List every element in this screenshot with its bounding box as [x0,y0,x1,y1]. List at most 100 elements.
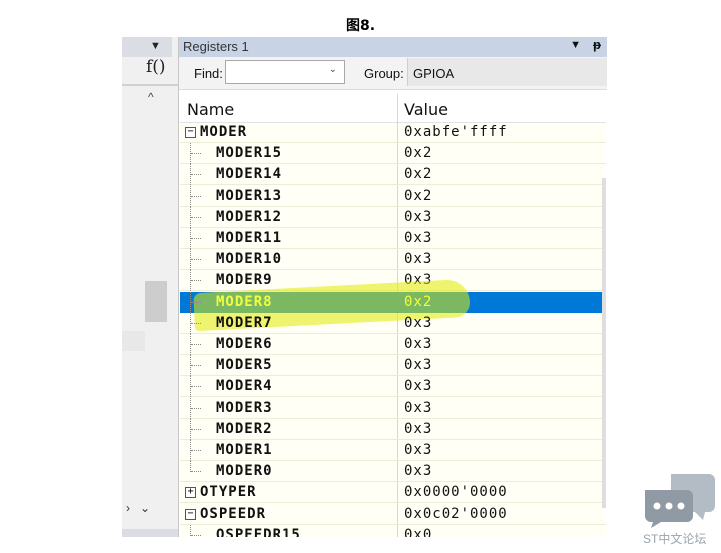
grid-header: Name Value [180,94,606,123]
table-row[interactable]: OSPEEDR15 0x0 [180,524,606,537]
grid-scrollbar[interactable] [602,178,606,508]
table-row[interactable]: MODER0 0x3 [180,461,606,483]
register-name: MODER3 [216,399,273,416]
table-row[interactable]: MODER14 0x2 [180,164,606,186]
register-name: MODER2 [216,420,273,437]
table-row[interactable]: MODER4 0x3 [180,376,606,398]
collapse-icon[interactable]: − [185,508,196,520]
tree-line [190,270,201,292]
group-value: GPIOA [413,66,455,81]
left-panel-marker [122,331,145,351]
watermark-text: ST中文论坛 [643,532,707,546]
tree-line [190,418,201,440]
tree-line [190,164,201,186]
tree-line [190,334,201,355]
table-row[interactable]: MODER5 0x3 [180,355,606,377]
register-value[interactable]: 0xabfe'ffff [404,124,508,140]
register-name: MODER0 [216,463,273,480]
register-value[interactable]: 0x3 [404,421,432,437]
register-value[interactable]: 0x0000'0000 [404,484,508,500]
register-name: MODER10 [216,251,283,268]
column-header-value[interactable]: Value [404,100,448,119]
tree-line [190,228,201,249]
chat-bubbles-icon [645,474,715,528]
register-name: MODER11 [216,230,283,246]
table-row[interactable]: MODER12 0x3 [180,206,606,228]
registers-window: Registers 1 ▼ ᵽ Find: ⌄ Group: GPIOA Nam… [178,37,607,537]
table-row[interactable]: MODER6 0x3 [180,334,606,355]
register-name: MODER13 [216,187,283,204]
register-value[interactable]: 0x2 [404,166,432,182]
table-row[interactable]: MODER1 0x3 [180,440,606,461]
tree-line [190,291,201,313]
expand-icon[interactable]: + [185,487,196,499]
function-icon[interactable]: f() [146,57,166,77]
left-scroll-thumb[interactable] [145,281,167,322]
chevron-down-icon[interactable]: ▼ [150,40,161,52]
table-row[interactable]: MODER11 0x3 [180,228,606,249]
register-name: MODER5 [216,357,273,374]
register-value[interactable]: 0x0 [404,527,432,537]
register-value[interactable]: 0x3 [404,463,432,479]
tree-line [190,524,201,537]
register-name: MODER4 [216,378,273,395]
table-row[interactable]: MODER2 0x3 [180,418,606,440]
column-header-name[interactable]: Name [187,100,234,119]
register-name: MODER12 [216,208,283,225]
watermark: ST中文论坛 [640,468,718,553]
register-name: MODER1 [216,442,273,458]
table-row-selected[interactable]: MODER8 0x2 [180,278,606,331]
register-value[interactable]: 0x3 [404,315,432,331]
table-row[interactable]: − MODER 0xabfe'ffff [180,122,606,143]
table-row[interactable]: − OSPEEDR 0x0c02'0000 [180,504,606,525]
register-name: OTYPER [200,484,257,501]
tree-line [190,143,201,165]
register-value[interactable]: 0x3 [404,230,432,246]
scroll-arrows-icon[interactable]: ›⌄ [126,501,160,515]
table-row[interactable]: MODER13 0x2 [180,185,606,207]
register-value[interactable]: 0x3 [404,378,432,394]
tree-line [190,355,201,377]
register-value[interactable]: 0x3 [404,400,432,416]
register-name: MODER [200,124,248,140]
pin-icon[interactable]: ᵽ [593,37,601,52]
left-panel: ▼ f() ^ ›⌄ [122,37,178,537]
window-menu-icon[interactable]: ▼ [570,39,581,51]
group-label: Group: [364,66,404,81]
collapse-icon[interactable]: − [185,127,196,138]
window-title-bar: Registers 1 ▼ ᵽ [179,37,607,57]
register-grid: Name Value − MODER 0xabfe'ffff MODER15 0x2 MO… [180,94,606,537]
table-row[interactable]: MODER3 0x3 [180,397,606,419]
register-value[interactable]: 0x2 [404,188,432,204]
register-value[interactable]: 0x3 [404,251,432,267]
find-combobox[interactable]: ⌄ [225,60,345,84]
register-value[interactable]: 0x2 [404,294,432,310]
register-value[interactable]: 0x3 [404,209,432,225]
register-name: OSPEEDR [200,505,267,522]
register-value[interactable]: 0x3 [404,442,432,458]
tree-line [190,206,201,228]
table-row[interactable]: MODER7 0x3 [180,312,606,334]
window-title: Registers 1 [183,39,249,54]
register-name: MODER8 [216,293,273,310]
table-row[interactable]: MODER15 0x2 [180,143,606,165]
register-value[interactable]: 0x3 [404,357,432,373]
table-row[interactable]: MODER10 0x3 [180,249,606,271]
register-value[interactable]: 0x0c02'0000 [404,506,508,522]
tree-line [190,249,201,271]
table-row[interactable]: + OTYPER 0x0000'0000 [180,482,606,504]
register-value[interactable]: 0x2 [404,145,432,161]
scroll-up-icon[interactable]: ^ [148,90,154,104]
tree-line [190,185,201,207]
tree-line [190,461,201,473]
figure-caption: 图8. [345,18,376,34]
find-label: Find: [194,66,223,81]
tree-line [190,312,201,334]
chevron-down-icon[interactable]: ⌄ [329,64,337,75]
register-name: MODER7 [216,314,273,331]
group-dropdown[interactable]: GPIOA [407,58,607,86]
register-name: MODER15 [216,145,283,162]
register-name: MODER9 [216,272,273,289]
register-name: OSPEEDR15 [216,526,301,537]
register-value[interactable]: 0x3 [404,336,432,352]
